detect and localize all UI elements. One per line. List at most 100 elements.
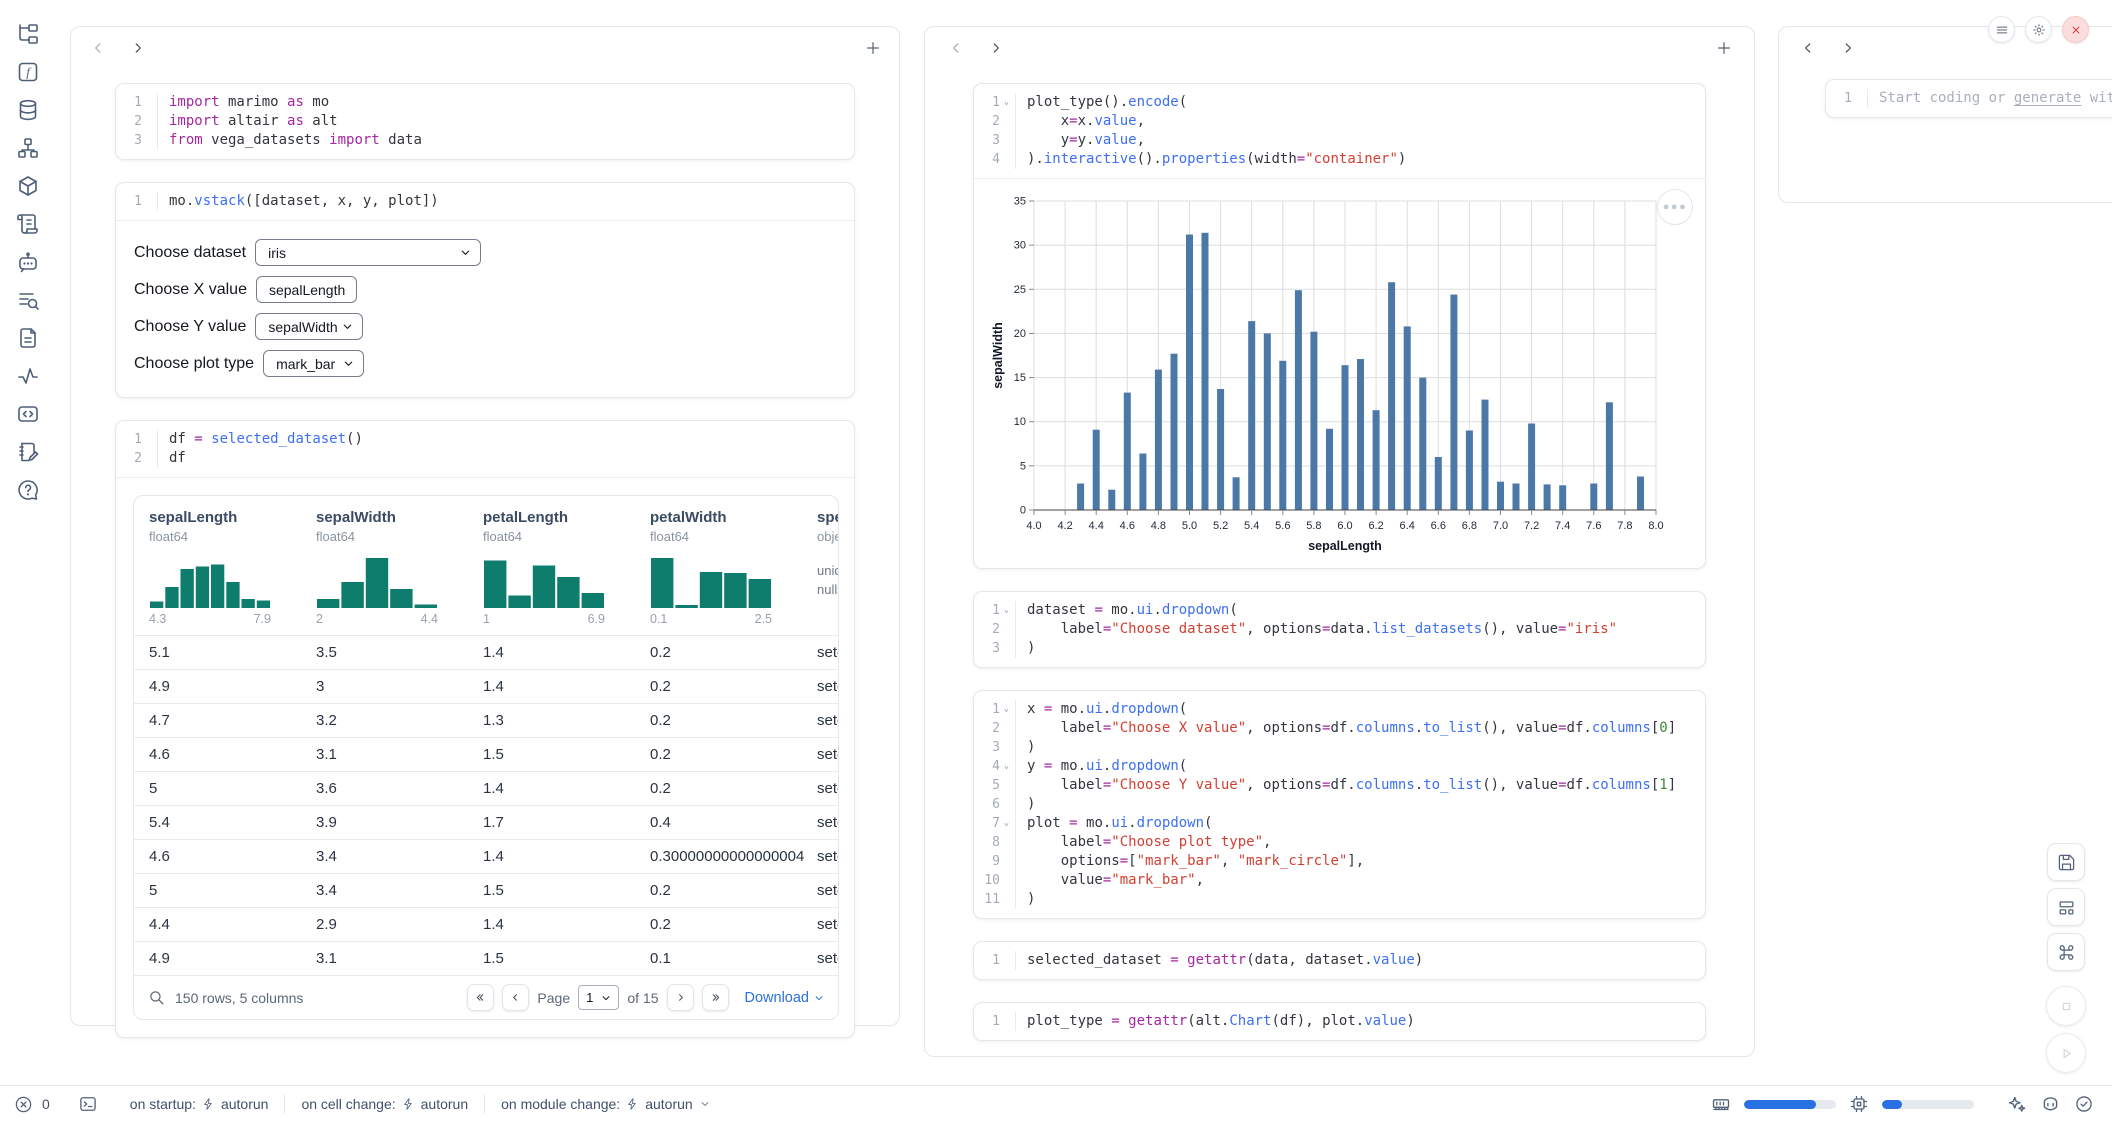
snippets-icon[interactable] — [16, 402, 40, 426]
add-cell-button[interactable] — [865, 40, 881, 56]
table-row[interactable]: 53.41.50.2setosa — [134, 873, 838, 907]
run-button[interactable] — [2046, 1033, 2086, 1073]
errors-icon[interactable] — [14, 1095, 33, 1114]
generate-link[interactable]: generate — [2014, 90, 2081, 106]
settings-button[interactable] — [2025, 16, 2052, 43]
cell-plot[interactable]: 1⌄234plot_type().encode( x=x.value, y=y.… — [973, 83, 1706, 569]
save-button[interactable] — [2047, 843, 2085, 881]
list-search-icon[interactable] — [16, 288, 40, 312]
dataset-select[interactable]: iris — [255, 239, 481, 266]
table-cell: 0.2 — [635, 916, 802, 933]
table-cell: 3.2 — [301, 712, 468, 729]
column-left-button[interactable] — [89, 39, 107, 57]
table-row[interactable]: 5.43.91.70.4setosa — [134, 805, 838, 839]
column-right-button[interactable] — [1839, 39, 1857, 57]
on-cell-change-setting[interactable]: on cell change: autorun — [301, 1096, 468, 1112]
column-left-button[interactable] — [1799, 39, 1817, 57]
table-cell: 0.1 — [635, 950, 802, 967]
chevron-down-icon — [343, 358, 354, 369]
download-button[interactable]: Download — [745, 990, 825, 1006]
bar-chart[interactable]: 4.04.24.44.64.85.05.25.45.65.86.06.26.46… — [990, 191, 1695, 556]
table-cell: 3.4 — [301, 882, 468, 899]
table-row[interactable]: 4.73.21.30.2setosa — [134, 703, 838, 737]
cell-imports[interactable]: 123import marimo as moimport altair as a… — [115, 83, 855, 160]
code-editor[interactable]: 123import marimo as moimport altair as a… — [116, 84, 854, 159]
svg-text:5.0: 5.0 — [1182, 520, 1197, 532]
column-right-button[interactable] — [129, 39, 147, 57]
table-row[interactable]: 4.93.11.50.1setosa — [134, 941, 838, 975]
disconnect-button[interactable] — [2062, 16, 2089, 43]
table-row[interactable]: 5.13.51.40.2setosa — [134, 635, 838, 669]
table-row[interactable]: 4.42.91.40.2setosa — [134, 907, 838, 941]
next-page-button[interactable] — [667, 984, 694, 1011]
code-editor[interactable]: 1mo.vstack([dataset, x, y, plot]) — [116, 183, 854, 220]
connected-check-icon[interactable] — [2074, 1094, 2094, 1114]
cell-selected-dataset[interactable]: 1selected_dataset = getattr(data, datase… — [973, 941, 1706, 980]
dropdown-label: Choose plot type — [134, 355, 254, 373]
scroll-logs-icon[interactable] — [16, 212, 40, 236]
file-tree-icon[interactable] — [16, 22, 40, 46]
terminal-icon[interactable] — [78, 1094, 98, 1114]
column-header-petalWidth[interactable]: petalWidthfloat640.12.5 — [635, 509, 802, 626]
plot-type-select[interactable]: mark_bar — [263, 350, 364, 377]
first-page-button[interactable] — [467, 984, 494, 1011]
column-left-button[interactable] — [947, 39, 965, 57]
line-numbers: 1 — [1826, 89, 1865, 108]
cell-xyplot-dropdowns[interactable]: 1⌄234⌄567⌄891011x = mo.ui.dropdown( labe… — [973, 690, 1706, 919]
on-startup-setting[interactable]: on startup: autorun — [130, 1096, 269, 1112]
cell-plot-type[interactable]: 1plot_type = getattr(alt.Chart(df), plot… — [973, 1002, 1706, 1041]
activity-icon[interactable] — [16, 364, 40, 388]
dependency-graph-icon[interactable] — [16, 136, 40, 160]
menu-button[interactable] — [1988, 16, 2015, 43]
x-value-select[interactable]: sepalLength — [256, 276, 357, 303]
column-right-button[interactable] — [987, 39, 1005, 57]
code-editor[interactable]: 1⌄23dataset = mo.ui.dropdown( label="Cho… — [974, 592, 1705, 667]
search-icon[interactable] — [148, 989, 165, 1006]
add-cell-button[interactable] — [1716, 40, 1732, 56]
keyboard-shortcuts-button[interactable] — [2047, 933, 2085, 971]
table-cell: setosa — [802, 644, 839, 661]
column-header-species[interactable]: speciesobjectunique:nulls: — [802, 509, 839, 626]
ai-sparkles-icon[interactable] — [2006, 1094, 2027, 1115]
function-icon[interactable]: f — [16, 60, 40, 84]
database-icon[interactable] — [16, 98, 40, 122]
table-row[interactable]: 4.931.40.2setosa — [134, 669, 838, 703]
document-icon[interactable] — [16, 326, 40, 350]
help-icon[interactable] — [16, 478, 40, 502]
copilot-icon[interactable] — [2040, 1094, 2061, 1115]
code-editor[interactable]: 1selected_dataset = getattr(data, datase… — [974, 942, 1705, 979]
page-select[interactable]: 1 — [578, 985, 619, 1010]
column-header-petalLength[interactable]: petalLengthfloat6416.9 — [468, 509, 635, 626]
svg-text:35: 35 — [1014, 196, 1026, 208]
code-editor[interactable]: 1 Start coding or generate with AI — [1826, 80, 2112, 117]
table-row[interactable]: 4.63.41.40.30000000000000004setosa — [134, 839, 838, 873]
code-editor[interactable]: 1plot_type = getattr(alt.Chart(df), plot… — [974, 1003, 1705, 1040]
cell-vstack[interactable]: 1mo.vstack([dataset, x, y, plot]) Choose… — [115, 182, 855, 398]
table-cell: 4.4 — [134, 916, 301, 933]
page-label: Page — [537, 990, 570, 1006]
command-icon — [2057, 943, 2076, 962]
column-header-sepalLength[interactable]: sepalLengthfloat644.37.9 — [134, 509, 301, 626]
chevron-down-icon — [699, 1098, 711, 1110]
table-row[interactable]: 4.63.11.50.2setosa — [134, 737, 838, 771]
chat-bot-icon[interactable] — [16, 250, 40, 274]
column-header-sepalWidth[interactable]: sepalWidthfloat6424.4 — [301, 509, 468, 626]
table-row[interactable]: 53.61.40.2setosa — [134, 771, 838, 805]
cell-empty[interactable]: 1 Start coding or generate with AI — [1825, 79, 2112, 118]
chart-actions-button[interactable]: ●●● — [1657, 189, 1693, 225]
code-editor[interactable]: 1⌄234⌄567⌄891011x = mo.ui.dropdown( labe… — [974, 691, 1705, 918]
y-value-select[interactable]: sepalWidth — [255, 313, 363, 340]
package-icon[interactable] — [16, 174, 40, 198]
cell-dataset-dropdown[interactable]: 1⌄23dataset = mo.ui.dropdown( label="Cho… — [973, 591, 1706, 668]
cpu-usage-bar — [1882, 1100, 1974, 1109]
last-page-button[interactable] — [702, 984, 729, 1011]
scratchpad-icon[interactable] — [16, 440, 40, 464]
code-editor[interactable]: 1⌄234plot_type().encode( x=x.value, y=y.… — [974, 84, 1705, 178]
cell-dataframe[interactable]: 12df = selected_dataset()df sepalLengthf… — [115, 420, 855, 1038]
on-module-change-setting[interactable]: on module change: autorun — [501, 1096, 711, 1112]
previous-page-button[interactable] — [502, 984, 529, 1011]
stop-button[interactable] — [2046, 986, 2086, 1026]
code-editor[interactable]: 12df = selected_dataset()df — [116, 421, 854, 477]
table-cell: setosa — [802, 678, 839, 695]
layout-button[interactable] — [2047, 888, 2085, 926]
